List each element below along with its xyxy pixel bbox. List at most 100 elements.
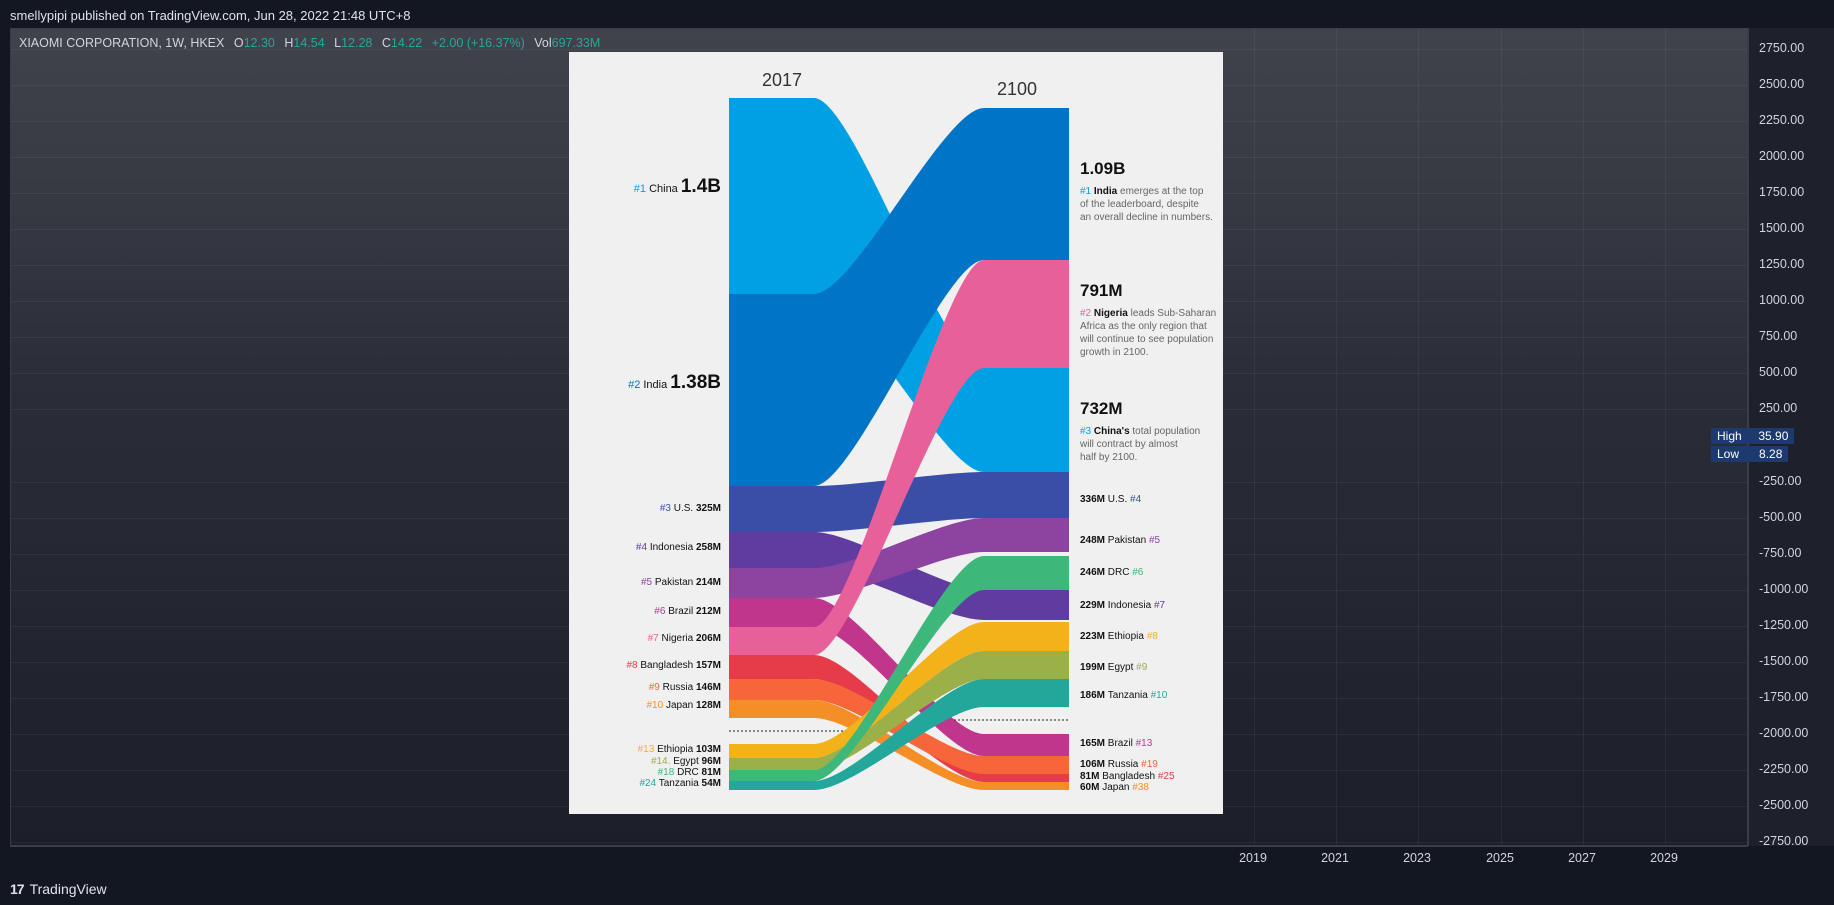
- low-badge-value: 8.28: [1759, 447, 1783, 461]
- high-badge-value: 35.90: [1758, 429, 1789, 443]
- left-country-label: #18 DRC 81M: [658, 767, 721, 778]
- grid-line: [1583, 29, 1584, 845]
- right-country-label: 186M Tanzania #10: [1080, 690, 1168, 701]
- price-tick-label: 1250.00: [1759, 257, 1805, 271]
- price-tick-label: 1500.00: [1759, 221, 1805, 235]
- time-axis[interactable]: 2019 2021 2023 2025 2027 2029: [10, 846, 1748, 869]
- price-tick-label: 500.00: [1759, 365, 1798, 379]
- right-annotation-line: Africa as the only region that: [1080, 321, 1207, 332]
- left-country-label: #13 Ethiopia 103M: [638, 744, 721, 755]
- right-country-label: 81M Bangladesh #25: [1080, 771, 1175, 782]
- left-country-label: #24 Tanzania 54M: [639, 778, 721, 789]
- time-tick-label: 2019: [1239, 851, 1267, 865]
- close-label: C: [381, 36, 391, 50]
- left-country-label: #2 India 1.38B: [628, 372, 721, 393]
- left-country-label: #8 Bangladesh 157M: [626, 660, 721, 671]
- right-annotation-line: will contract by almost: [1079, 439, 1178, 450]
- right-country-label: 223M Ethiopia #8: [1080, 631, 1158, 642]
- year-right-label: 2100: [997, 79, 1037, 99]
- price-tick-label: -1250.00: [1759, 618, 1809, 632]
- right-annotation-line: an overall decline in numbers.: [1080, 212, 1213, 223]
- left-country-label: #6 Brazil 212M: [654, 606, 721, 617]
- infographic-svg: 2017 2100 #1 China 1.4B #2 India 1.38B #3 U.…: [626, 70, 1216, 793]
- price-tick-label: -1500.00: [1759, 654, 1809, 668]
- price-tick-label: 1000.00: [1759, 293, 1805, 307]
- right-annotation-line: #1 India emerges at the top: [1080, 186, 1204, 197]
- price-tick-label: 2500.00: [1759, 77, 1805, 91]
- right-country-label: 246M DRC #6: [1080, 567, 1144, 578]
- close-value: 14.22: [390, 36, 423, 50]
- symbol-title[interactable]: XIAOMI CORPORATION, 1W, HKEX: [19, 36, 224, 50]
- grid-line: [1336, 29, 1337, 845]
- right-annotation-line: will continue to see population: [1079, 334, 1213, 345]
- right-big-value: 791M: [1080, 281, 1123, 300]
- price-tick-label: -1000.00: [1759, 582, 1809, 596]
- price-tick-label: -2750.00: [1759, 834, 1809, 848]
- grid-line: [1254, 29, 1255, 845]
- right-annotation-line: #3 China's total population: [1080, 426, 1200, 437]
- time-tick-label: 2025: [1486, 851, 1514, 865]
- right-country-label: 336M U.S. #4: [1080, 494, 1142, 505]
- high-value: 14.54: [293, 36, 325, 50]
- left-country-label: #5 Pakistan 214M: [641, 577, 721, 588]
- price-tick-label: -1750.00: [1759, 690, 1809, 704]
- publish-header: smellypipi published on TradingView.com,…: [0, 0, 1834, 28]
- right-big-value: 732M: [1080, 399, 1123, 418]
- right-annotation-line: half by 2100.: [1080, 452, 1137, 463]
- high-badge: High 35.90: [1711, 428, 1795, 444]
- time-tick-label: 2029: [1650, 851, 1678, 865]
- grid-line: [1665, 29, 1666, 845]
- left-country-label: #4 Indonesia 258M: [636, 542, 721, 553]
- grid-line: [1418, 29, 1419, 845]
- left-country-label: #7 Nigeria 206M: [648, 633, 721, 644]
- year-left-label: 2017: [762, 70, 802, 90]
- right-country-label: 60M Japan #38: [1080, 782, 1149, 793]
- price-tick-label: -250.00: [1759, 474, 1802, 488]
- price-tick-label: 750.00: [1759, 329, 1798, 343]
- right-country-label: 199M Egypt #9: [1080, 662, 1148, 673]
- population-infographic: 2017 2100 #1 China 1.4B #2 India 1.38B #3 U.…: [569, 52, 1223, 814]
- volume-label: Vol: [534, 36, 552, 50]
- tradingview-logo[interactable]: 17 TradingView: [10, 881, 107, 897]
- price-tick-label: -2500.00: [1759, 798, 1809, 812]
- time-tick-label: 2023: [1403, 851, 1431, 865]
- low-badge-label: Low: [1717, 447, 1740, 461]
- left-country-label: #9 Russia 146M: [649, 682, 721, 693]
- price-tick-label: -2000.00: [1759, 726, 1809, 740]
- grid-line: [11, 842, 1747, 843]
- volume-value: 697.33M: [551, 36, 601, 50]
- left-country-label: #3 U.S. 325M: [660, 503, 721, 514]
- publisher-line: smellypipi published on TradingView.com,…: [10, 8, 411, 23]
- price-tick-label: -750.00: [1759, 546, 1802, 560]
- left-country-label: #14. Egypt 96M: [651, 756, 721, 767]
- right-country-label: 229M Indonesia #7: [1080, 600, 1166, 611]
- low-badge: Low 8.28: [1711, 446, 1789, 462]
- price-tick-label: 2000.00: [1759, 149, 1805, 163]
- open-value: 12.30: [243, 36, 275, 50]
- tv-logo-icon: 17: [10, 881, 25, 897]
- price-tick-label: 1750.00: [1759, 185, 1805, 199]
- price-tick-label: -2250.00: [1759, 762, 1809, 776]
- right-country-label: 248M Pakistan #5: [1080, 535, 1160, 546]
- price-tick-label: -500.00: [1759, 510, 1802, 524]
- open-label: O: [233, 36, 244, 50]
- right-annotation-line: of the leaderboard, despite: [1080, 199, 1199, 210]
- right-country-label: 165M Brazil #13: [1080, 738, 1153, 749]
- left-country-label: #1 China 1.4B: [634, 176, 721, 197]
- price-tick-label: 2250.00: [1759, 113, 1805, 127]
- change-value: +2.00 (+16.37%): [431, 36, 525, 50]
- price-tick-label: 2750.00: [1759, 41, 1805, 55]
- right-annotation-line: #2 Nigeria leads Sub-Saharan: [1080, 308, 1216, 319]
- left-country-label: #10 Japan 128M: [646, 700, 721, 711]
- high-badge-label: High: [1717, 429, 1742, 443]
- low-value: 12.28: [341, 36, 373, 50]
- price-tick-label: 250.00: [1759, 401, 1798, 415]
- time-tick-label: 2021: [1321, 851, 1349, 865]
- right-big-value: 1.09B: [1080, 159, 1125, 178]
- right-country-label: 106M Russia #19: [1080, 759, 1158, 770]
- time-tick-label: 2027: [1568, 851, 1596, 865]
- tv-logo-text: TradingView: [29, 881, 107, 897]
- grid-line: [1501, 29, 1502, 845]
- right-annotation-line: growth in 2100.: [1080, 347, 1148, 358]
- ohlc-legend: XIAOMI CORPORATION, 1W, HKEX O12.30 H14.…: [19, 36, 600, 50]
